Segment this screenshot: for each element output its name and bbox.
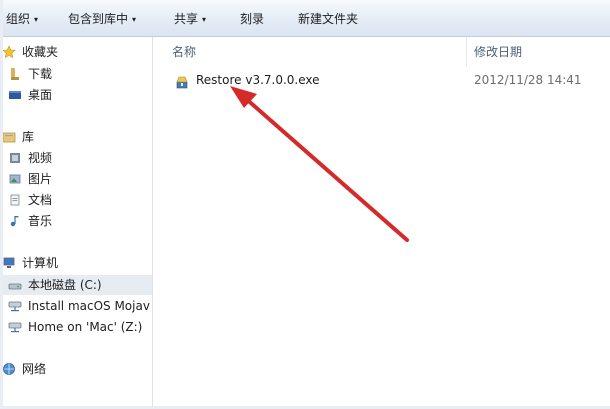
window-frame-left xyxy=(0,0,3,409)
red-arrow-annotation xyxy=(230,86,409,242)
